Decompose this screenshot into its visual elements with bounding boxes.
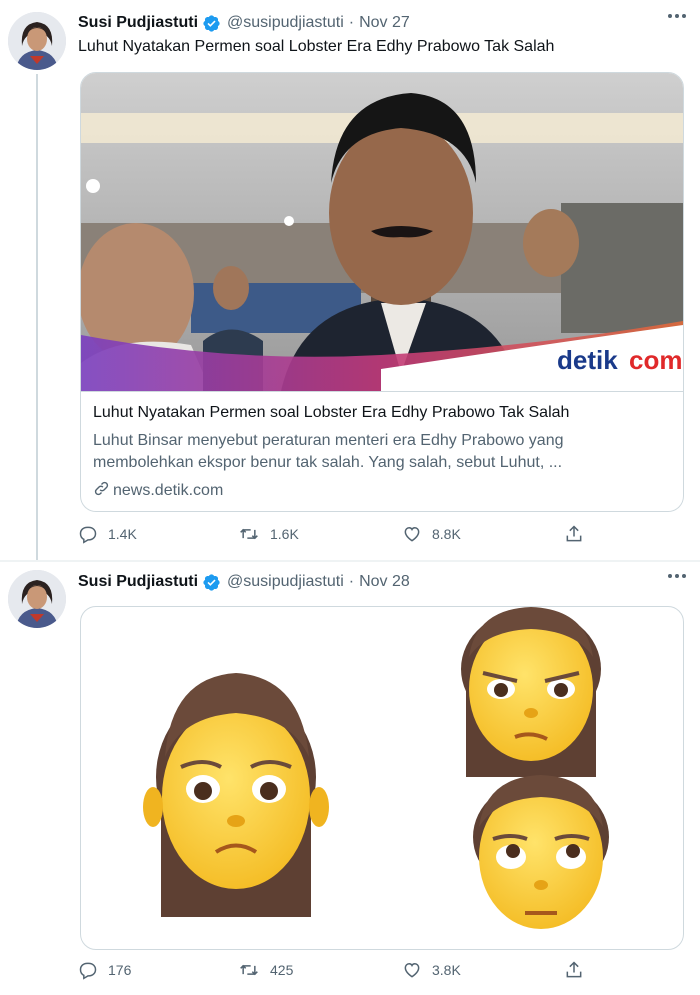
author-name[interactable]: Susi Pudjiastuti	[78, 14, 198, 32]
share-icon	[566, 525, 582, 542]
card-domain-text: news.detik.com	[113, 482, 224, 499]
tweet-1[interactable]: Susi Pudjiastuti @susipudjiastuti · Nov …	[0, 0, 700, 562]
memoji-sad	[143, 673, 329, 917]
like-button[interactable]: 8.8K	[402, 524, 461, 544]
memoji-annoyed	[461, 607, 601, 777]
retweet-button[interactable]: 425	[238, 960, 293, 980]
more-dots-icon[interactable]	[668, 574, 686, 578]
card-title: Luhut Nyatakan Permen soal Lobster Era E…	[93, 404, 570, 421]
share-button[interactable]	[564, 524, 594, 544]
like-count: 3.8K	[432, 962, 461, 978]
card-description: Luhut Binsar menyebut peraturan menteri …	[93, 432, 564, 471]
link-card[interactable]: detik com Luhut Nyatakan Permen soal Lob…	[80, 72, 684, 512]
verified-badge-icon	[202, 14, 221, 33]
more-dots-icon[interactable]	[668, 14, 686, 18]
like-button[interactable]: 3.8K	[402, 960, 461, 980]
share-icon	[566, 961, 582, 978]
detik-logo-detik: detik	[557, 345, 618, 375]
verified-badge-icon	[202, 573, 221, 592]
heart-icon	[404, 962, 420, 978]
author-handle[interactable]: @susipudjiastuti	[227, 573, 344, 591]
memoji-eyeroll	[473, 775, 609, 929]
tweet-header: Susi Pudjiastuti @susipudjiastuti · Nov …	[78, 12, 410, 34]
like-count: 8.8K	[432, 526, 461, 542]
separator-dot: ·	[348, 573, 355, 590]
tweet-media[interactable]	[80, 606, 684, 950]
tweet-header: Susi Pudjiastuti @susipudjiastuti · Nov …	[78, 571, 410, 593]
retweet-icon	[240, 964, 258, 976]
reply-icon	[79, 962, 97, 980]
tweet-actions: 1.4K 1.6K 8.8K	[78, 524, 598, 548]
reply-button[interactable]: 1.4K	[78, 524, 137, 544]
tweet-text: Luhut Nyatakan Permen soal Lobster Era E…	[78, 38, 555, 55]
card-domain: news.detik.com	[93, 480, 223, 502]
tweet-actions: 176 425 3.8K	[78, 960, 598, 984]
reply-icon	[79, 526, 97, 544]
retweet-count: 425	[270, 962, 294, 978]
reply-button[interactable]: 176	[78, 960, 131, 980]
reply-count: 1.4K	[108, 526, 137, 542]
card-image[interactable]: detik com	[81, 73, 683, 391]
retweet-count: 1.6K	[270, 526, 299, 542]
avatar[interactable]	[8, 12, 66, 70]
tweet-date[interactable]: Nov 27	[359, 14, 410, 32]
reply-count: 176	[108, 962, 132, 978]
author-name[interactable]: Susi Pudjiastuti	[78, 573, 198, 591]
tweet-date[interactable]: Nov 28	[359, 573, 410, 591]
retweet-button[interactable]: 1.6K	[238, 524, 299, 544]
thread-line	[36, 74, 38, 562]
heart-icon	[404, 526, 420, 542]
avatar[interactable]	[8, 570, 66, 628]
link-icon	[93, 480, 113, 502]
tweet-2[interactable]: Susi Pudjiastuti @susipudjiastuti · Nov …	[0, 562, 700, 995]
separator-dot: ·	[348, 14, 355, 31]
card-body[interactable]: Luhut Nyatakan Permen soal Lobster Era E…	[81, 391, 683, 511]
share-button[interactable]	[564, 960, 594, 980]
author-handle[interactable]: @susipudjiastuti	[227, 14, 344, 32]
memoji-image[interactable]	[81, 607, 683, 949]
detik-logo-com: com	[629, 345, 682, 375]
retweet-icon	[240, 528, 258, 540]
